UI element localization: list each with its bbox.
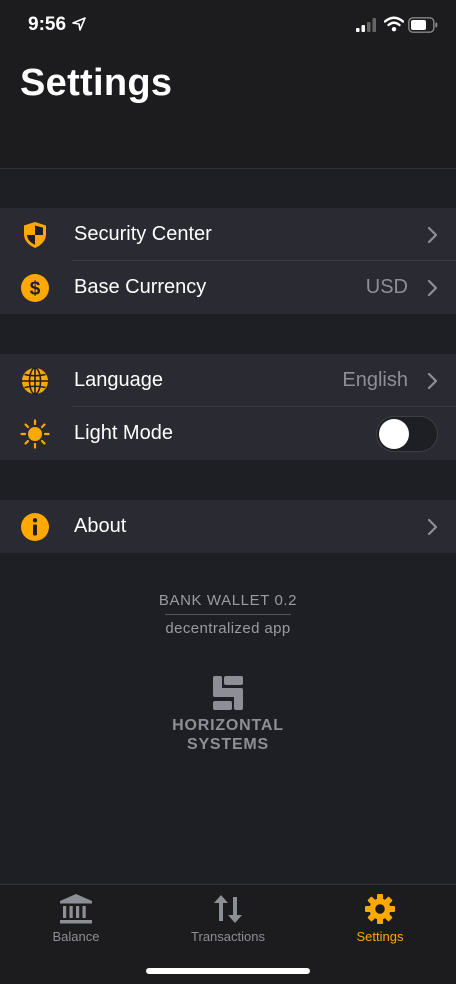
header-divider [0, 168, 456, 169]
dollar-icon: $ [21, 274, 49, 302]
security-center-label: Security Center [74, 223, 212, 245]
base-currency-value: USD [365, 276, 408, 298]
base-currency-label: Base Currency [74, 276, 207, 298]
company-name-line1: HORIZONTAL [172, 717, 284, 734]
home-indicator[interactable] [146, 968, 310, 974]
company-name: HORIZONTAL SYSTEMS [0, 716, 456, 754]
tab-settings-label: Settings [356, 929, 404, 944]
security-center-row[interactable]: Security Center [0, 208, 456, 261]
language-value: English [342, 369, 408, 391]
globe-icon [22, 367, 48, 395]
tab-transactions[interactable]: Transactions [152, 885, 304, 955]
bank-icon [60, 894, 92, 924]
status-time: 9:56 [28, 14, 67, 35]
chevron-right-icon [427, 372, 438, 390]
light-mode-row: Light Mode [0, 407, 456, 460]
battery-icon [408, 17, 438, 33]
light-mode-toggle[interactable] [376, 416, 438, 452]
gear-icon [365, 894, 395, 924]
settings-group-appearance: Language English Light Mode [0, 354, 456, 460]
app-version: BANK WALLET 0.2 [158, 592, 298, 609]
shield-icon [24, 222, 46, 248]
wifi-icon [384, 16, 404, 32]
status-bar: 9:56 [0, 0, 456, 50]
page-title: Settings [20, 62, 173, 104]
tab-balance-label: Balance [52, 929, 100, 944]
horizontal-systems-logo-icon [213, 676, 243, 710]
cellular-signal-icon [356, 18, 376, 32]
light-mode-label: Light Mode [74, 422, 173, 444]
chevron-right-icon [427, 279, 438, 297]
version-underline [165, 614, 291, 615]
base-currency-row[interactable]: $ Base Currency USD [0, 261, 456, 314]
language-label: Language [74, 369, 163, 391]
tab-settings[interactable]: Settings [304, 885, 456, 955]
transfer-arrows-icon [214, 895, 242, 923]
tab-balance[interactable]: Balance [0, 885, 152, 955]
about-label: About [74, 515, 127, 537]
company-name-line2: SYSTEMS [186, 736, 270, 753]
info-icon [21, 513, 49, 541]
chevron-right-icon [427, 518, 438, 536]
language-row[interactable]: Language English [0, 354, 456, 407]
sun-icon [20, 419, 50, 449]
location-arrow-icon [72, 17, 86, 31]
about-row[interactable]: About [0, 500, 456, 553]
settings-group-general: Security Center $ Base Currency USD [0, 208, 456, 314]
settings-group-about: About [0, 500, 456, 553]
toggle-knob [379, 419, 409, 449]
tab-transactions-label: Transactions [191, 929, 265, 944]
app-subtitle: decentralized app [165, 620, 291, 637]
chevron-right-icon [427, 226, 438, 244]
svg-text:$: $ [30, 279, 41, 300]
